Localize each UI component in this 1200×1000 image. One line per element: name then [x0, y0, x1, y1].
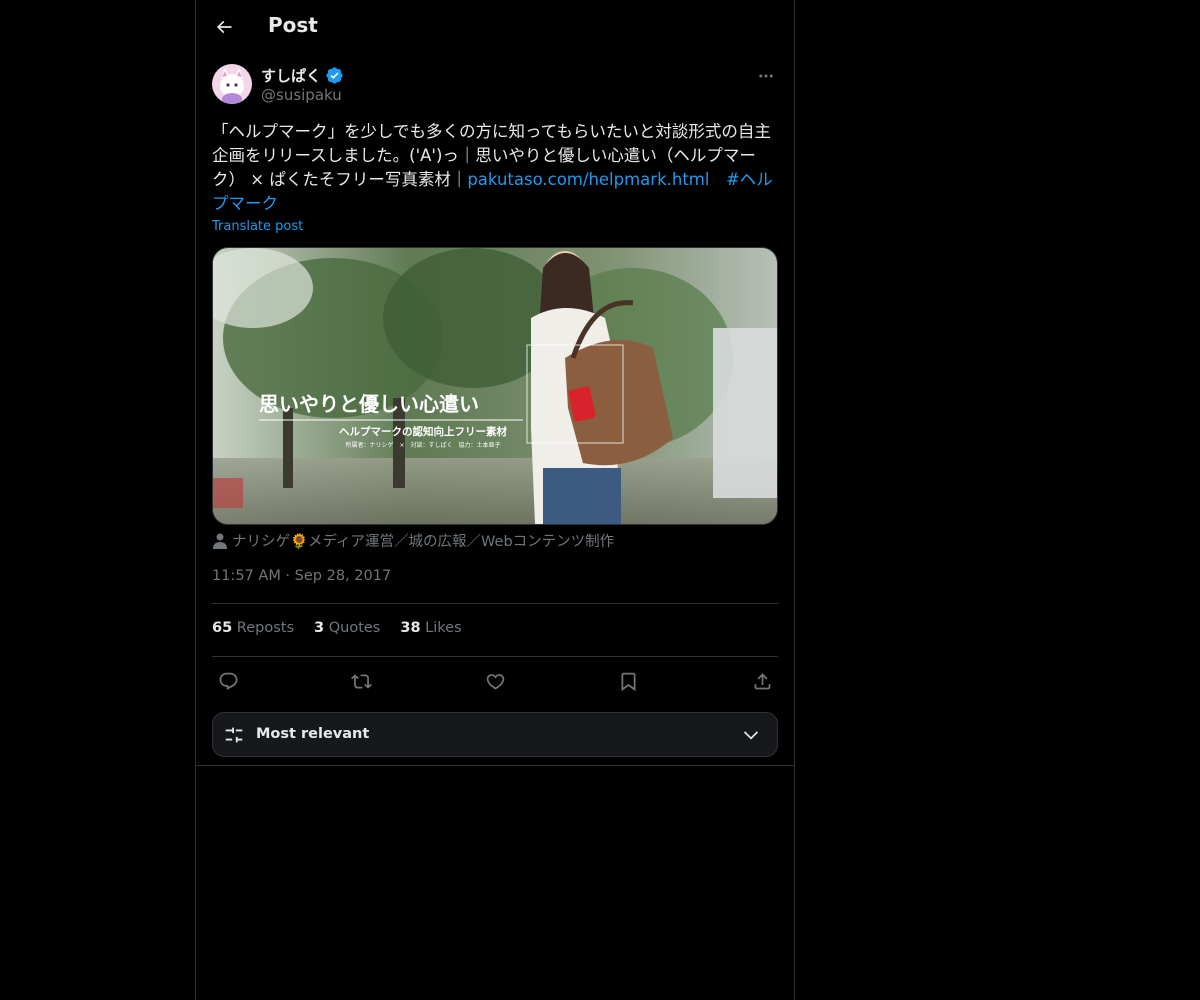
bookmark-button[interactable]: [613, 665, 645, 697]
timestamp[interactable]: 11:57 AM · Sep 28, 2017: [212, 568, 391, 584]
back-button[interactable]: [208, 11, 240, 43]
engagement-stats: 65 Reposts 3 Quotes 38 Likes: [212, 620, 462, 636]
reposts-count: 65: [212, 620, 233, 636]
name-row: すしぱく: [261, 65, 344, 86]
tweet-link[interactable]: pakutaso.com/helpmark.html: [467, 170, 709, 189]
reposts-label: Reposts: [236, 620, 295, 636]
handle[interactable]: @susipaku: [261, 86, 342, 104]
likes-stat[interactable]: 38 Likes: [400, 620, 461, 636]
person-icon: [213, 533, 227, 549]
bookmark-icon: [621, 672, 636, 691]
back-arrow-icon: [216, 20, 232, 34]
action-bar: [212, 665, 778, 697]
divider: [196, 765, 794, 766]
reply-button[interactable]: [212, 665, 244, 697]
display-name[interactable]: すしぱく: [261, 65, 321, 86]
page-title: Post: [268, 13, 318, 37]
share-icon: [754, 672, 770, 689]
sliders-icon: [225, 727, 243, 743]
tweet-author: すしぱく @susipaku: [212, 64, 778, 108]
likes-label: Likes: [425, 620, 462, 636]
divider: [212, 656, 778, 657]
quotes-stat[interactable]: 3 Quotes: [314, 620, 380, 636]
media-title: 思いやりと優しい心遣い: [259, 392, 479, 416]
sort-label: Most relevant: [256, 726, 370, 742]
more-icon: [759, 74, 773, 78]
sort-replies-dropdown[interactable]: Most relevant: [212, 712, 778, 757]
like-button[interactable]: [479, 665, 511, 697]
more-button[interactable]: [754, 64, 778, 88]
image-attribution: ナリシゲ🌻メディア運営／城の広報／Webコンテンツ制作: [213, 530, 614, 551]
verified-badge-icon: [326, 67, 343, 84]
like-icon: [486, 673, 504, 690]
share-button[interactable]: [746, 665, 778, 697]
media-subtitle: ヘルプマークの認知向上フリー素材: [339, 425, 507, 438]
reply-icon: [219, 672, 237, 690]
tweet-text: 「ヘルプマーク」を少しでも多くの方に知ってもらいたいと対談形式の自主企画をリリー…: [212, 120, 778, 216]
avatar[interactable]: [212, 64, 252, 104]
tweet-image[interactable]: 思いやりと優しい心遣い ヘルプマークの認知向上フリー素材 所属者：ナリシゲ × …: [212, 247, 778, 525]
translate-post-link[interactable]: Translate post: [212, 219, 303, 234]
main-column: Post すしぱく @susipaku 「ヘルプマーク」を少しでも多くの方に知っ…: [195, 0, 795, 1000]
repost-icon: [351, 673, 372, 689]
media-credits: 所属者：ナリシゲ × 対談：すしぱく 協力：土本亜子: [345, 441, 500, 449]
chevron-down-icon: [743, 731, 759, 740]
repost-button[interactable]: [346, 665, 378, 697]
quotes-count: 3: [314, 620, 325, 636]
divider: [212, 603, 778, 604]
reposts-stat[interactable]: 65 Reposts: [212, 620, 294, 636]
likes-count: 38: [400, 620, 421, 636]
header: Post: [196, 0, 794, 53]
attribution-text[interactable]: ナリシゲ🌻メディア運営／城の広報／Webコンテンツ制作: [232, 530, 614, 551]
quotes-label: Quotes: [328, 620, 381, 636]
